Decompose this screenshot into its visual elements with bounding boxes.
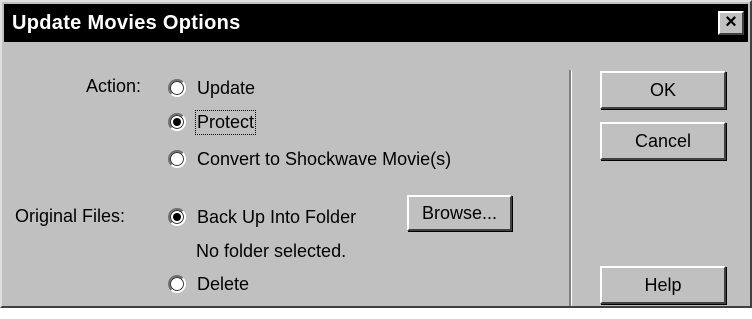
- radio-back-up-into-folder[interactable]: Back Up Into Folder: [168, 205, 356, 229]
- action-label: Action:: [86, 76, 142, 96]
- radio-back-up-button[interactable]: [168, 208, 186, 226]
- radio-protect-button[interactable]: [168, 113, 186, 131]
- help-button[interactable]: Help: [600, 266, 726, 304]
- radio-back-up-label: Back Up Into Folder: [197, 206, 357, 227]
- radio-protect-label: Protect: [194, 109, 257, 135]
- folder-status-text: No folder selected.: [196, 241, 347, 261]
- radio-delete[interactable]: Delete: [168, 272, 249, 296]
- radio-convert-shockwave[interactable]: Convert to Shockwave Movie(s): [168, 147, 451, 171]
- ok-button[interactable]: OK: [600, 71, 726, 109]
- radio-protect[interactable]: Protect: [168, 109, 257, 135]
- radio-delete-label: Delete: [197, 273, 250, 294]
- dialog-title: Update Movies Options: [12, 12, 241, 34]
- original-files-label: Original Files:: [15, 206, 126, 226]
- browse-button[interactable]: Browse...: [407, 195, 512, 231]
- update-movies-options-dialog: Update Movies Options × Action: Update P…: [0, 0, 752, 308]
- radio-update-button[interactable]: [168, 79, 186, 97]
- radio-update-label: Update: [197, 77, 256, 98]
- cancel-button[interactable]: Cancel: [600, 122, 726, 160]
- radio-convert-shockwave-button[interactable]: [168, 150, 186, 168]
- close-button[interactable]: ×: [718, 11, 744, 35]
- radio-convert-shockwave-label: Convert to Shockwave Movie(s): [197, 148, 452, 169]
- radio-delete-button[interactable]: [168, 275, 186, 293]
- title-bar: Update Movies Options ×: [4, 4, 748, 42]
- vertical-separator: [569, 70, 572, 306]
- close-icon: ×: [725, 11, 737, 33]
- radio-update[interactable]: Update: [168, 76, 255, 100]
